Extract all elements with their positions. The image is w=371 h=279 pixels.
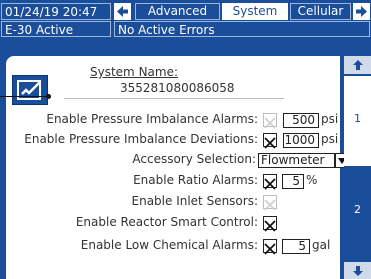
low-chemical-alarms-checkbox[interactable] bbox=[263, 239, 277, 255]
pointer-dot bbox=[46, 94, 51, 99]
up-arrow-icon bbox=[352, 60, 363, 70]
down-arrow-icon bbox=[352, 265, 363, 276]
checkbox-x-icon bbox=[264, 199, 276, 211]
system-name-label: System Name: bbox=[90, 65, 179, 79]
pointer-line bbox=[0, 96, 48, 97]
reactor-smart-control-checkbox[interactable] bbox=[263, 216, 277, 232]
accessory-selection-dropdown[interactable]: Flowmeter bbox=[258, 153, 335, 168]
accessory-selection-label: Accessory Selection: bbox=[132, 152, 256, 166]
checkbox-x-icon bbox=[264, 178, 276, 190]
page-2-number[interactable]: 2 bbox=[344, 203, 371, 216]
tab-advanced[interactable]: Advanced bbox=[135, 3, 220, 20]
pressure-imbalance-deviations-checkbox[interactable] bbox=[263, 133, 277, 149]
back-tab-button[interactable] bbox=[114, 3, 131, 20]
error-status: No Active Errors bbox=[114, 21, 370, 37]
inlet-sensors-checkbox[interactable] bbox=[263, 195, 277, 211]
tab-cellular[interactable]: Cellular bbox=[290, 3, 351, 20]
left-arrow-icon bbox=[117, 6, 128, 17]
scroll-down-button[interactable] bbox=[344, 262, 371, 279]
pressure-imbalance-alarms-label: Enable Pressure Imbalance Alarms: bbox=[46, 112, 258, 126]
datetime-display: 01/24/19 20:47 bbox=[1, 3, 111, 20]
pressure-imbalance-deviations-unit: psi bbox=[321, 132, 339, 146]
pressure-imbalance-alarms-checkbox[interactable] bbox=[263, 113, 277, 129]
system-status: E-30 Active bbox=[1, 21, 111, 37]
inlet-sensors-label: Enable Inlet Sensors: bbox=[131, 194, 259, 208]
pressure-imbalance-deviations-value[interactable]: 1000 bbox=[283, 133, 319, 148]
low-chemical-alarms-value[interactable]: 5 bbox=[282, 239, 310, 254]
pressure-imbalance-alarms-value[interactable]: 500 bbox=[283, 113, 319, 128]
reactor-smart-control-label: Enable Reactor Smart Control: bbox=[75, 215, 258, 229]
edit-settings-button[interactable] bbox=[12, 75, 48, 105]
page-1-number: 1 bbox=[354, 112, 361, 125]
ratio-alarms-label: Enable Ratio Alarms: bbox=[133, 173, 258, 187]
system-name-value: 355281080086058 bbox=[120, 81, 235, 95]
checkbox-x-icon bbox=[264, 117, 276, 129]
checkbox-x-icon bbox=[264, 220, 276, 232]
low-chemical-alarms-label: Enable Low Chemical Alarms: bbox=[80, 238, 258, 252]
scroll-up-button[interactable] bbox=[344, 56, 371, 74]
pressure-imbalance-deviations-label: Enable Pressure Imbalance Deviations: bbox=[24, 132, 258, 146]
checkbox-x-icon bbox=[264, 243, 276, 255]
ratio-alarms-value[interactable]: 5 bbox=[282, 174, 304, 189]
right-arrow-icon bbox=[356, 6, 367, 17]
edit-settings-icon bbox=[17, 80, 41, 100]
checkbox-x-icon bbox=[264, 137, 276, 149]
forward-tab-button[interactable] bbox=[353, 3, 370, 20]
ratio-alarms-unit: % bbox=[306, 173, 318, 187]
divider bbox=[64, 98, 284, 99]
ratio-alarms-checkbox[interactable] bbox=[263, 174, 277, 190]
pressure-imbalance-alarms-unit: psi bbox=[321, 112, 339, 126]
low-chemical-alarms-unit: gal bbox=[312, 238, 331, 252]
tab-system[interactable]: System bbox=[222, 3, 288, 20]
